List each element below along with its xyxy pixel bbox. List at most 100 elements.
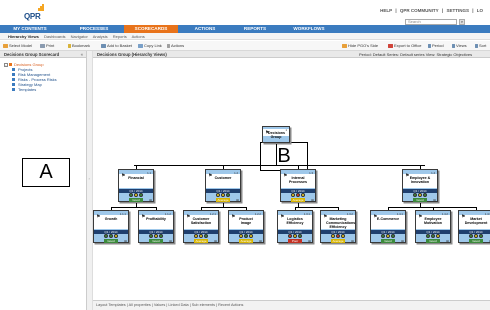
nav-scorecards[interactable]: SCORECARDS [124,25,178,33]
chart-icon[interactable]: ▤ [351,239,354,243]
subnav-hierarchy-views[interactable]: Hierarchy Views [8,34,39,39]
collapse-icon[interactable]: − [4,63,8,67]
separator: | [472,8,474,13]
node-name: Internal Processes [289,176,307,184]
node-name: Decisions Group [268,131,285,139]
tab-layout-templates[interactable]: Layout Templates [96,303,126,307]
sort-button[interactable]: Sort [475,43,486,49]
settings-link[interactable]: SETTINGS [446,8,469,13]
tab-values[interactable]: Values [154,303,165,307]
node-name: Employee Motivation [424,217,442,225]
chart-icon[interactable]: ▤ [433,198,436,202]
chart-icon[interactable]: ▤ [446,239,449,243]
node-l2-3[interactable]: ⚑ 1.2.2 Product Image Q1 / 2014 Average ▤ [228,210,264,243]
subnav-reports[interactable]: Reports [113,34,127,39]
calendar-icon [428,43,431,48]
node-l1-0[interactable]: ⚑ 1.1 Financial Q1 / 2014 Good ▤ [118,169,154,202]
node-l2-4[interactable]: ⚑ 1.3.1 Logistics Efficiency Q1 / 2014 Poo… [277,210,313,243]
node-l2-1[interactable]: ⚑ 1.1.2 Profitability Q1 / 2014 Good ▤ [138,210,174,243]
bookmark-button[interactable]: Bookmark [68,43,90,49]
annotation-a: A [22,158,70,187]
node-name: Customer Satisfaction [190,217,212,225]
qpr-community-link[interactable]: QPR COMMUNITY [400,8,439,13]
node-status-badge: Good [413,198,427,202]
status-dot-icon [154,234,158,238]
print-button[interactable]: Print [40,43,54,49]
node-name: E-Commerce [376,217,400,221]
main-panel-header: Decisions Group (Hierarchy Views) Period… [93,51,490,58]
subnav-dashboards[interactable]: Dashboards [44,34,66,39]
chart-icon[interactable]: ▤ [311,198,314,202]
subnav-navigator[interactable]: Navigator [71,34,88,39]
folder-icon [12,83,15,87]
node-l1-3[interactable]: ⚑ 1.4 Employee & Innovation Q1 / 2014 Good… [402,169,438,202]
node-l2-6[interactable]: ⚑ 1.4.1 E-Commerce Q1 / 2014 Good ▤ [370,210,406,243]
status-dot-icon [113,234,118,238]
link-icon [138,43,143,48]
folder-icon [12,68,15,72]
help-link[interactable]: HELP [380,8,392,13]
nav-actions[interactable]: ACTIONS [185,25,225,33]
status-dot-icon [221,193,225,197]
tab-all-properties[interactable]: All properties [129,303,151,307]
logout-link[interactable]: LO [477,8,483,13]
node-l2-7[interactable]: ⚑ 1.4.2 Employee Motivation Q1 / 2014 Good… [415,210,451,243]
status-dot-icon [104,234,109,238]
tab-recent-actions[interactable]: Recent Actions [218,303,243,307]
select-model-button[interactable]: Select Model [3,43,32,49]
tree-item-templates[interactable]: Templates [4,87,86,92]
separator: | [395,8,397,13]
status-dot-icon [418,193,422,197]
chart-icon[interactable]: ▤ [308,239,311,243]
chart-icon[interactable]: ▤ [149,198,152,202]
collapse-panel-icon[interactable]: « [81,51,83,58]
basket-icon [101,43,106,48]
status-dot-icon [474,234,478,238]
node-l2-5[interactable]: ⚑ 1.3.2 Marketing Communications Efficie… [320,210,356,243]
node-l1-1[interactable]: ⚑ 1.2 Customer Q1 / 2014 Average ▤ [205,169,241,202]
nav-my-contents[interactable]: MY CONTENTS [5,25,55,33]
node-ref: 1.3.1 [303,212,310,216]
views-icon [452,43,455,48]
actions-button[interactable]: Actions [167,43,184,49]
nav-processes[interactable]: PROCESSES [70,25,118,33]
nav-workflows[interactable]: WORKFLOWS [285,25,333,33]
qpr-logo[interactable]: QPR [24,3,46,23]
subnav-actions[interactable]: Actions [132,34,145,39]
copy-link-button[interactable]: Copy Link [138,43,162,49]
connector-line [134,165,425,166]
top-links: HELP | QPR COMMUNITY | SETTINGS | LO [379,8,484,13]
node-ref: 1.4 [431,171,435,175]
chart-icon[interactable]: ▤ [236,198,239,202]
chart-icon[interactable]: ▤ [169,239,172,243]
views-button[interactable]: Views [452,43,467,49]
left-panel-header: Decisions Group Scorecard « [0,51,86,58]
nav-reports[interactable]: REPORTS [235,25,275,33]
status-dot-icon [431,234,435,238]
view-settings-summary[interactable]: Period: Default Series: Default series V… [359,51,472,58]
node-name: Product Image [239,217,253,225]
export-to-office-button[interactable]: Export to Office [388,43,422,49]
chart-icon[interactable]: ▤ [401,239,404,243]
tab-sub-elements[interactable]: Sub elements [192,303,215,307]
tab-linked-data[interactable]: Linked Data [168,303,188,307]
node-root[interactable]: ⚑ 1 Decisions Group [262,126,290,143]
node-l1-2[interactable]: ⚑ 1.3 Internal Processes Q1 / 2014 Average… [280,169,316,202]
status-dot-icon [244,234,248,238]
tab-separator: | [216,303,218,307]
printer-icon [40,43,45,48]
chart-icon[interactable]: ▤ [259,239,262,243]
period-button[interactable]: Period [428,43,444,49]
node-ref: 1.2.1 [209,212,216,216]
subnav-analysis[interactable]: Analysis [93,34,108,39]
hide-side-button[interactable]: Hide PGO's Side [342,43,378,49]
chart-icon[interactable]: ▤ [124,239,127,243]
splitter-handle-icon[interactable]: › [89,176,90,181]
status-dot-icon [129,193,134,197]
node-ref: 1.1 [147,171,151,175]
node-l2-2[interactable]: ⚑ 1.2.1 Customer Satisfaction Q1 / 2014 Av… [183,210,219,243]
chart-icon[interactable]: ▤ [214,239,217,243]
node-l2-8[interactable]: ⚑ 1.4.3 Market DevelopmentQ1 / 2014Good▤ [458,210,490,243]
node-l2-0[interactable]: ⚑ 1.1.1 Growth Q1 / 2014 Good ▤ [93,210,129,243]
add-to-basket-button[interactable]: Add to Basket [101,43,132,49]
